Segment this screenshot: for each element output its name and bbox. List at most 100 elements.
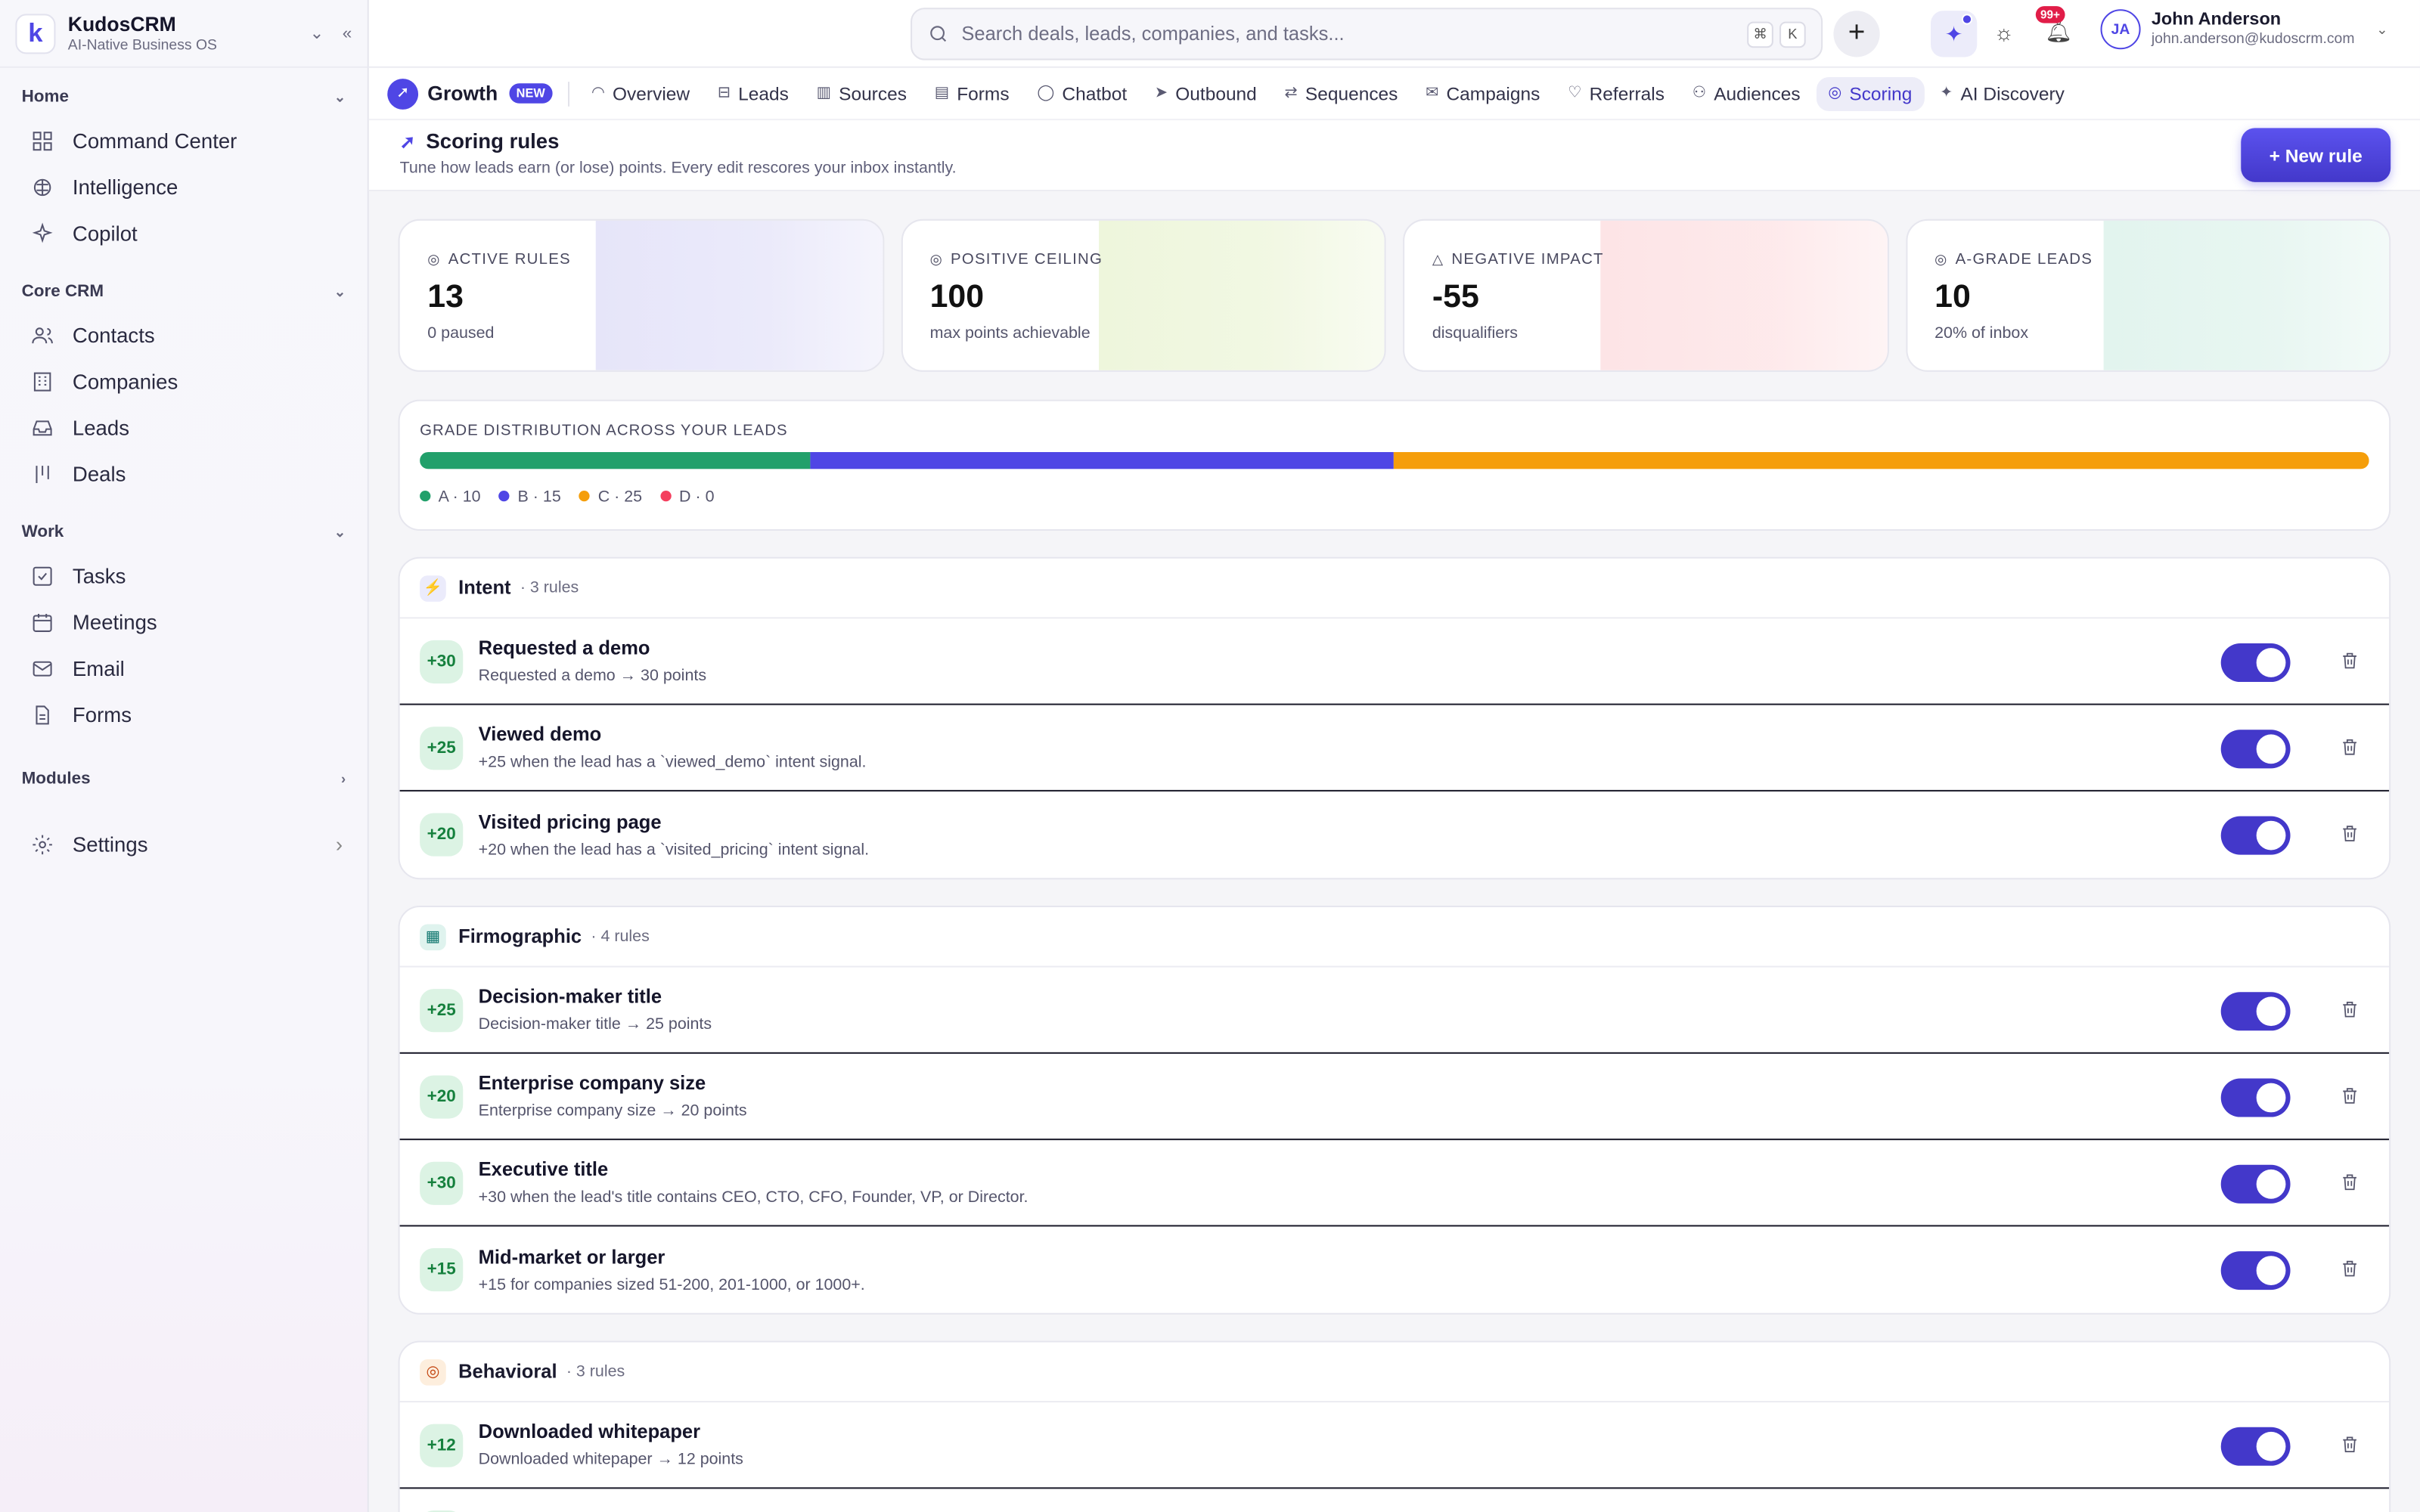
- chevron-down-icon[interactable]: ⌄: [309, 23, 324, 43]
- rule-enabled-toggle[interactable]: [2220, 643, 2291, 683]
- trash-icon: [2343, 652, 2356, 669]
- group-name: Firmographic: [458, 925, 582, 948]
- tab-campaigns[interactable]: ✉ Campaigns: [1413, 76, 1553, 110]
- tab-sequences[interactable]: ⇄ Sequences: [1272, 76, 1410, 110]
- legend-label: C · 25: [597, 487, 643, 507]
- sidebar-item-companies[interactable]: Companies: [0, 358, 368, 404]
- rule-enabled-toggle[interactable]: [2220, 1251, 2291, 1290]
- rule-text: Decision-maker title Decision-maker title…: [479, 986, 712, 1033]
- theme-toggle-sun-icon[interactable]: ☼: [1994, 20, 2014, 45]
- points-badge: +25: [420, 726, 464, 770]
- stat-value: -55: [1432, 279, 1479, 315]
- section-label: Core CRM: [21, 282, 104, 301]
- delete-rule-button[interactable]: [2340, 736, 2360, 758]
- tab-sources[interactable]: ▥ Sources: [804, 76, 919, 110]
- rule-group-firmographic: ▦ Firmographic · 4 rules +25 Decision-maker …: [398, 905, 2391, 1315]
- stat-label: ◎ ACTIVE RULES: [427, 252, 571, 268]
- sidebar-section-core-crm[interactable]: Core CRM ⌄: [0, 271, 368, 311]
- user-menu[interactable]: JA John Anderson john.anderson@kudoscrm.…: [2100, 9, 2387, 50]
- brand-header[interactable]: k KudosCRM AI-Native Business OS ⌄ «: [0, 0, 368, 68]
- legend-label: A · 10: [438, 487, 481, 507]
- rule-description: Downloaded whitepaper → 12 points: [478, 1450, 743, 1469]
- rule-name: Requested a demo: [478, 637, 650, 659]
- sidebar-item-forms[interactable]: Forms: [0, 691, 368, 737]
- sidebar-section-modules[interactable]: Modules ›: [0, 759, 368, 799]
- tab-icon: ◠: [591, 85, 605, 102]
- tab-leads[interactable]: ⊟ Leads: [705, 76, 801, 110]
- rule-enabled-toggle[interactable]: [2220, 1427, 2291, 1466]
- rule-row: +25 Viewed demo +25 when the lead has a `v…: [399, 705, 2390, 792]
- sidebar-item-label: Leads: [72, 415, 130, 439]
- sidebar-item-tasks[interactable]: Tasks: [0, 553, 368, 599]
- group-header: ◎ Behavioral · 3 rules: [399, 1342, 2390, 1403]
- trash-icon: [2343, 826, 2356, 841]
- chevron-down-icon[interactable]: ⌄: [2376, 21, 2387, 38]
- sidebar-item-settings[interactable]: Settings ›: [0, 821, 368, 867]
- notifications-badge: 99+: [2035, 6, 2065, 23]
- rule-enabled-toggle[interactable]: [2220, 816, 2291, 855]
- chevron-down-icon[interactable]: ⌄: [334, 283, 346, 299]
- new-rule-button[interactable]: + New rule: [2241, 128, 2391, 182]
- rule-row: +25 Decision-maker title Decision-maker ti…: [399, 968, 2390, 1054]
- stat-icon: ◎: [1934, 251, 1948, 268]
- chevron-right-icon[interactable]: ›: [341, 771, 346, 786]
- delete-rule-button[interactable]: [2340, 823, 2360, 844]
- tab-referrals[interactable]: ♡ Referrals: [1556, 76, 1677, 110]
- sidebar-item-copilot[interactable]: Copilot: [0, 210, 368, 256]
- rule-name: Executive title: [478, 1158, 609, 1181]
- sidebar-item-deals[interactable]: Deals: [0, 451, 368, 497]
- rule-enabled-toggle[interactable]: [2220, 992, 2291, 1031]
- delete-rule-button[interactable]: [2340, 998, 2360, 1020]
- stat-card-positive-ceiling: ◎ POSITIVE CEILING 100 max points achievabl…: [900, 218, 1386, 372]
- search-input[interactable]: [961, 23, 1742, 45]
- tab-overview[interactable]: ◠ Overview: [579, 76, 703, 110]
- rule-name: Visited pricing page: [478, 810, 662, 833]
- tab-icon: ◎: [1828, 85, 1842, 102]
- stat-label: ◎ A-GRADE LEADS: [1934, 252, 2093, 268]
- quick-add-button[interactable]: +: [1833, 11, 1880, 57]
- stat-subtext: 20% of inbox: [1934, 324, 2029, 343]
- rule-name: Downloaded whitepaper: [478, 1421, 701, 1443]
- sidebar-section-work[interactable]: Work ⌄: [0, 513, 368, 553]
- sidebar-item-label: Meetings: [72, 610, 157, 634]
- status-dot: [1961, 14, 1973, 25]
- delete-rule-button[interactable]: [2340, 649, 2360, 671]
- global-search[interactable]: ⌘ K: [911, 8, 1823, 60]
- chevron-down-icon[interactable]: ⌄: [334, 88, 346, 105]
- sidebar-item-leads[interactable]: Leads: [0, 404, 368, 451]
- sidebar-section-home[interactable]: Home ⌄: [0, 77, 368, 117]
- rule-enabled-toggle[interactable]: [2220, 730, 2291, 769]
- rule-row: +12 Downloaded whitepaper Downloaded white…: [399, 1402, 2390, 1489]
- section-label: Work: [21, 522, 64, 542]
- delete-rule-button[interactable]: [2340, 1433, 2360, 1455]
- tab-audiences[interactable]: ⚇ Audiences: [1680, 76, 1813, 110]
- card-glow: [2102, 220, 2390, 370]
- rule-enabled-toggle[interactable]: [2220, 1078, 2291, 1117]
- delete-rule-button[interactable]: [2340, 1257, 2360, 1279]
- ai-assistant-button[interactable]: ✦: [1931, 11, 1978, 57]
- chevron-right-icon[interactable]: ›: [336, 832, 343, 856]
- tab-forms[interactable]: ▤ Forms: [922, 76, 1022, 110]
- rule-enabled-toggle[interactable]: [2220, 1164, 2291, 1204]
- tab-outbound[interactable]: ➤ Outbound: [1143, 76, 1270, 110]
- stat-value: 10: [1934, 279, 1971, 315]
- sidebar-item-meetings[interactable]: Meetings: [0, 599, 368, 645]
- tab-icon: ✉: [1426, 85, 1439, 102]
- sidebar-item-email[interactable]: Email: [0, 645, 368, 691]
- chevron-down-icon[interactable]: ⌄: [334, 524, 346, 541]
- sidebar-item-intelligence[interactable]: Intelligence: [0, 163, 368, 209]
- tab-ai-discovery[interactable]: ✦ AI Discovery: [1928, 76, 2077, 110]
- rule-description: +30 when the lead's title contains CEO, …: [478, 1188, 1028, 1207]
- trash-icon: [2343, 1260, 2356, 1277]
- tab-chatbot[interactable]: ◯ Chatbot: [1025, 76, 1139, 110]
- sidebar-item-contacts[interactable]: Contacts: [0, 311, 368, 358]
- delete-rule-button[interactable]: [2340, 1085, 2360, 1107]
- avatar: JA: [2100, 9, 2141, 50]
- sidebar-item-command-center[interactable]: Command Center: [0, 117, 368, 163]
- notifications-bell-icon[interactable]: 🔔︎ 99+: [2035, 6, 2072, 45]
- delete-rule-button[interactable]: [2340, 1171, 2360, 1193]
- user-email: john.anderson@kudoscrm.com: [2151, 30, 2355, 48]
- tab-scoring[interactable]: ◎ Scoring: [1816, 76, 1925, 110]
- growth-module[interactable]: ➚ Growth NEW: [387, 78, 553, 109]
- collapse-sidebar-icon[interactable]: «: [343, 24, 352, 42]
